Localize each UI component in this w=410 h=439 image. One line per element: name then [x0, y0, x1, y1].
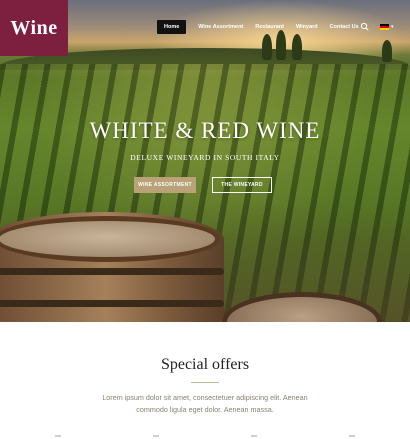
search-icon[interactable]: [360, 22, 370, 32]
partial-icon: [251, 435, 257, 437]
nav-item-home[interactable]: Home: [157, 20, 187, 34]
main-nav: Home Wine Assortment Restaurant Winyard …: [157, 20, 365, 34]
cypress-tree: [262, 34, 272, 60]
de-flag-icon[interactable]: [380, 24, 389, 30]
cypress-tree: [292, 34, 302, 60]
nav-item-restaurant[interactable]: Restaurant: [249, 20, 290, 34]
barrel-hoop: [0, 268, 224, 275]
partial-icon: [55, 435, 61, 437]
the-wineyard-button[interactable]: THE WINEYARD: [212, 177, 272, 193]
special-offers-title: Special offers: [160, 356, 250, 373]
cypress-tree: [382, 40, 392, 62]
partial-icon: [153, 435, 159, 437]
partial-icon: [349, 435, 355, 437]
barrel-hoop: [0, 300, 224, 307]
section-divider: [191, 382, 219, 383]
barrel-top: [0, 216, 220, 262]
nav-item-contact-us[interactable]: Contact Us: [324, 20, 365, 34]
wine-assortment-button[interactable]: WINE ASSORTMENT: [134, 177, 196, 193]
hero-subtitle: DELUXE WINEYARD IN SOUTH ITALY: [130, 153, 280, 162]
cypress-tree: [276, 30, 286, 60]
nav-item-wine-assortment[interactable]: Wine Assortment: [192, 20, 249, 34]
special-offers-text: Lorem ipsum dolor sit amet, consectetuer…: [102, 393, 308, 414]
logo[interactable]: Wine: [0, 0, 68, 56]
hero-title: WHITE & RED WINE: [89, 118, 321, 143]
logo-text: Wine: [10, 16, 58, 39]
chevron-down-icon[interactable]: ▾: [391, 24, 394, 30]
nav-item-winyard[interactable]: Winyard: [290, 20, 324, 34]
